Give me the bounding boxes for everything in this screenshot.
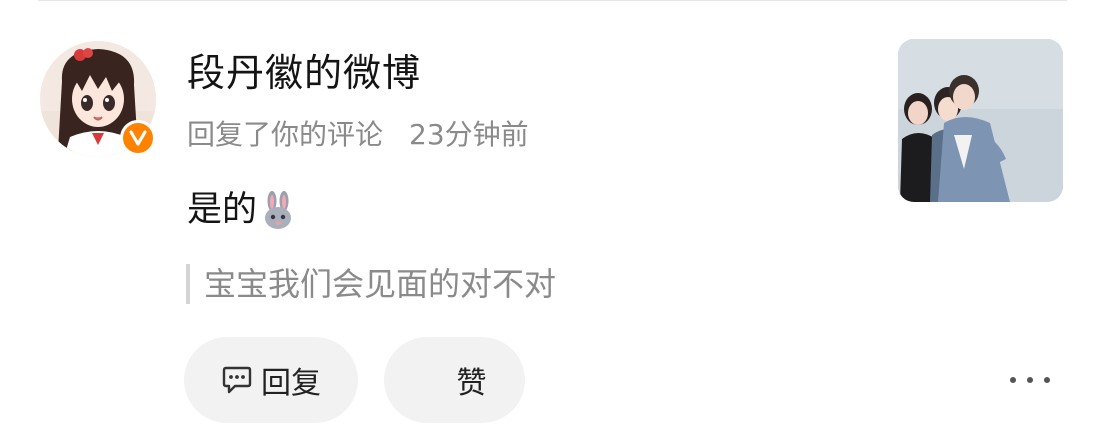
more-dots-icon[interactable]	[1010, 368, 1050, 392]
top-divider	[38, 0, 1067, 1]
post-thumbnail[interactable]	[898, 39, 1063, 202]
username[interactable]: 段丹徽的微博	[187, 49, 421, 97]
reply-text: 是的	[187, 190, 258, 230]
reply-label: 回复	[261, 366, 321, 401]
comment-icon	[221, 365, 253, 395]
like-label: 赞	[456, 366, 487, 401]
photo-thumbnail-icon	[898, 39, 1063, 202]
dot	[1027, 377, 1033, 383]
quote-bar	[186, 264, 190, 304]
action-text: 回复了你的评论	[187, 118, 384, 151]
reply-content: 是的	[187, 187, 295, 233]
verified-badge-icon	[120, 120, 156, 156]
dot	[1010, 377, 1016, 383]
rabbit-emoji-icon	[261, 190, 295, 230]
quoted-comment[interactable]: 宝宝我们会见面的对不对	[186, 262, 556, 306]
quoted-text: 宝宝我们会见面的对不对	[204, 265, 557, 303]
reply-button[interactable]: 回复	[184, 337, 358, 423]
dot	[1044, 377, 1050, 383]
comment-meta: 回复了你的评论 23分钟前	[187, 116, 529, 154]
like-button[interactable]: 赞	[384, 337, 525, 423]
timestamp: 23分钟前	[409, 118, 529, 151]
